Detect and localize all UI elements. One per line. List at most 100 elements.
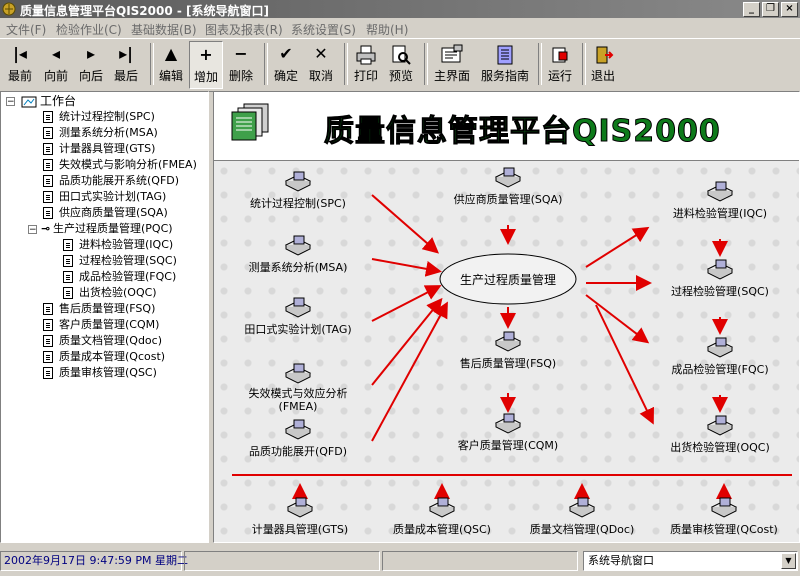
preview-button[interactable]: 预览	[385, 41, 417, 87]
main-screen-icon	[430, 41, 474, 67]
cancel-button[interactable]: ✕ 取消	[305, 41, 337, 87]
restore-button[interactable]: ❐	[762, 2, 779, 17]
module-icon	[284, 363, 312, 384]
next-record-button[interactable]: ▸ 向后	[75, 41, 107, 87]
tree-item-sqa[interactable]: 供应商质量管理(SQA)	[43, 205, 168, 221]
window-select[interactable]: 系统导航窗口 ▼	[583, 551, 798, 571]
tree-item-sqc[interactable]: 过程检验管理(SQC)	[63, 253, 177, 269]
module-spc[interactable]: 统计过程控制(SPC)	[248, 171, 348, 211]
module-qfd[interactable]: 品质功能展开(QFD)	[244, 419, 352, 459]
exit-button[interactable]: 退出	[588, 41, 618, 87]
module-icon	[568, 497, 596, 518]
document-icon	[43, 159, 53, 171]
module-icon	[706, 181, 734, 202]
module-qsc[interactable]: 质量审核管理(QCost)	[658, 497, 790, 537]
module-icon	[284, 419, 312, 440]
module-icon	[494, 167, 522, 188]
confirm-button[interactable]: ✔ 确定	[270, 41, 302, 87]
tree-root-workbench[interactable]: 工作台	[21, 93, 76, 109]
document-icon	[43, 319, 53, 331]
document-icon	[43, 111, 53, 123]
check-icon: ✔	[279, 44, 293, 63]
banner-title: 质量信息管理平台QIS2000	[324, 114, 721, 150]
last-icon: ▸|	[119, 44, 133, 63]
module-fqc[interactable]: 成品检验管理(FQC)	[662, 337, 778, 377]
menu-charts-reports[interactable]: 图表及报表(R)	[205, 21, 283, 38]
document-icon	[63, 271, 73, 283]
module-icon	[286, 497, 314, 518]
collapse-root-icon[interactable]: −	[6, 97, 15, 107]
module-oqc[interactable]: 出货检验管理(OQC)	[662, 415, 778, 455]
close-button[interactable]: ×	[781, 2, 798, 17]
tree-item-fmea[interactable]: 失效模式与影响分析(FMEA)	[43, 157, 197, 173]
menu-inspection[interactable]: 检验作业(C)	[56, 21, 122, 38]
module-sqa[interactable]: 供应商质量管理(SQA)	[446, 167, 570, 207]
menu-file[interactable]: 文件(F)	[6, 21, 46, 38]
tree-item-iqc[interactable]: 进料检验管理(IQC)	[63, 237, 173, 253]
menu-bar: 文件(F) 检验作业(C) 基础数据(B) 图表及报表(R) 系统设置(S) 帮…	[0, 18, 800, 37]
module-fmea[interactable]: 失效模式与效应分析 (FMEA)	[238, 363, 358, 413]
module-icon	[710, 497, 738, 518]
document-icon	[43, 351, 53, 363]
cross-icon: ✕	[314, 44, 328, 63]
tree-item-fsq[interactable]: 售后质量管理(FSQ)	[43, 301, 155, 317]
module-pqc[interactable]: 生产过程质量管理	[450, 271, 566, 288]
plus-icon: +	[199, 45, 213, 64]
module-msa[interactable]: 测量系统分析(MSA)	[244, 235, 352, 275]
tree-item-gts[interactable]: 计量器具管理(GTS)	[43, 141, 155, 157]
module-tag[interactable]: 田口式实验计划(TAG)	[238, 297, 358, 337]
delete-button[interactable]: − 删除	[225, 41, 257, 87]
status-panel-3	[382, 551, 578, 571]
last-record-button[interactable]: ▸| 最后	[110, 41, 142, 87]
menu-help[interactable]: 帮助(H)	[366, 21, 408, 38]
app-icon	[2, 2, 16, 16]
menu-system-settings[interactable]: 系统设置(S)	[291, 21, 356, 38]
tree-item-tag[interactable]: 田口式实验计划(TAG)	[43, 189, 166, 205]
module-diagram: 统计过程控制(SPC) 测量系统分析(MSA) 田口式实验计划(TAG) 失效模…	[214, 161, 799, 542]
first-record-button[interactable]: |◂ 最前	[4, 41, 36, 87]
window-title: 质量信息管理平台QIS2000 - [系统导航窗口]	[20, 4, 270, 18]
prev-record-button[interactable]: ◂ 向前	[40, 41, 72, 87]
tree-item-qcost[interactable]: 质量成本管理(Qcost)	[43, 349, 165, 365]
minus-icon: −	[234, 44, 248, 63]
tree-item-fqc[interactable]: 成品检验管理(FQC)	[63, 269, 176, 285]
tree-item-msa[interactable]: 测量系统分析(MSA)	[43, 125, 158, 141]
workbench-icon	[21, 96, 37, 108]
module-iqc[interactable]: 进料检验管理(IQC)	[662, 181, 778, 221]
module-icon	[494, 331, 522, 352]
module-gts[interactable]: 计量器具管理(GTS)	[242, 497, 358, 537]
minimize-button[interactable]: _	[743, 2, 760, 17]
printer-icon	[350, 41, 382, 67]
chevron-down-icon[interactable]: ▼	[781, 553, 796, 569]
tree-item-spc[interactable]: 统计过程控制(SPC)	[43, 109, 155, 125]
tree-item-qdoc[interactable]: 质量文档管理(Qdoc)	[43, 333, 162, 349]
toolbar: |◂ 最前 ◂ 向前 ▸ 向后 ▸| 最后 ▲ 编辑 + 增加 − 删除 ✔ 确定 ✕ 取消 打印…	[0, 38, 800, 92]
module-cqm[interactable]: 客户质量管理(CQM)	[446, 413, 570, 453]
prev-icon: ◂	[51, 44, 61, 63]
module-qdoc[interactable]: 质量文档管理(QDoc)	[520, 497, 644, 537]
edit-button[interactable]: ▲ 编辑	[156, 41, 186, 87]
module-sqc[interactable]: 过程检验管理(SQC)	[662, 259, 778, 299]
add-button[interactable]: + 增加	[189, 41, 223, 89]
document-icon	[63, 287, 73, 299]
print-button[interactable]: 打印	[350, 41, 382, 87]
navigation-tree: − 工作台 统计过程控制(SPC) 测量系统分析(MSA) 计量器具管理(GTS…	[0, 91, 209, 543]
tree-item-qfd[interactable]: 品质功能展开系统(QFD)	[43, 173, 179, 189]
tree-item-pqc[interactable]: ⊸ 生产过程质量管理(PQC)	[41, 221, 173, 237]
preview-icon	[385, 41, 417, 67]
module-fsq[interactable]: 售后质量管理(FSQ)	[450, 331, 566, 371]
tree-item-cqm[interactable]: 客户质量管理(CQM)	[43, 317, 159, 333]
document-icon	[43, 303, 53, 315]
menu-basic-data[interactable]: 基础数据(B)	[131, 21, 197, 38]
run-button[interactable]: 运行	[544, 41, 576, 87]
tree-item-qsc[interactable]: 质量审核管理(QSC)	[43, 365, 157, 381]
tree-item-oqc[interactable]: 出货检验(OQC)	[63, 285, 157, 301]
module-icon	[494, 413, 522, 434]
exit-icon	[588, 41, 618, 67]
first-icon: |◂	[13, 44, 27, 63]
service-guide-button[interactable]: 服务指南	[478, 41, 532, 87]
module-qcost[interactable]: 质量成本管理(QSC)	[382, 497, 502, 537]
collapse-pqc-icon[interactable]: −	[28, 225, 37, 235]
main-screen-button[interactable]: 主界面	[430, 41, 474, 87]
service-guide-icon	[478, 41, 532, 67]
